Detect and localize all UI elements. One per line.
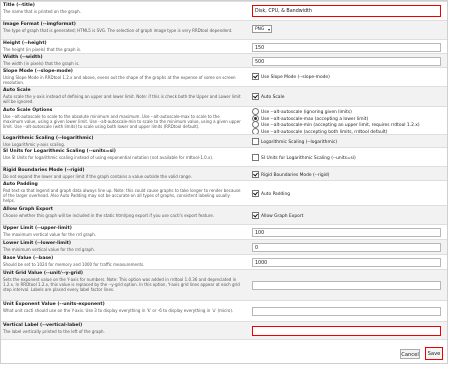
unit-exponent-input[interactable] — [252, 307, 441, 316]
field-description: Use --alt-autoscale to scale to the abso… — [3, 113, 241, 129]
title-input[interactable]: Disk, CPU, & Bandwidth — [252, 5, 441, 17]
row-lower-limit: Lower Limit (--lower-limit) The minimum … — [1, 239, 447, 254]
field-description: Should be set to 1024 for memory and 100… — [3, 261, 145, 267]
image-format-select[interactable]: PNG ▾ — [252, 25, 272, 33]
field-description: The width (in pixels) that the graph is. — [3, 60, 80, 66]
form-footer: Cancel Save — [1, 339, 447, 363]
row-auto-scale: Auto Scale Auto scale the y-axis instead… — [1, 86, 447, 106]
slope-mode-option[interactable]: Use Slope Mode (--slope-mode) — [252, 73, 330, 82]
row-allow-export: Allow Graph Export Choose whether this g… — [1, 205, 447, 224]
field-description: The type of graph that is generated; HTM… — [3, 27, 233, 33]
field-description: The label vertically printed to the left… — [3, 328, 105, 334]
field-description: The maximum vertical value for the rrd g… — [3, 231, 97, 237]
field-description: Do not expand the lower and upper limit … — [3, 173, 192, 179]
slope-mode-checkbox[interactable] — [252, 73, 259, 80]
field-description: Pad text so that legend and graph data a… — [3, 187, 241, 203]
base-value-input[interactable]: 1000 — [252, 258, 441, 267]
row-unit-exponent: Unit Exponent Value (--units-exponent) W… — [1, 300, 447, 321]
option-label: Use Slope Mode (--slope-mode) — [261, 75, 330, 80]
row-height: Height (--height) The height (in pixels)… — [1, 39, 447, 53]
si-units-option[interactable]: SI Units for Logarithmic Scaling (--unit… — [252, 154, 356, 163]
save-button[interactable]: Save — [425, 347, 443, 360]
auto-scale-option[interactable]: Auto Scale — [252, 93, 284, 102]
option-label: Logarithmic Scaling (--logarithmic) — [261, 140, 338, 145]
field-description: Use Logarithmic y-axis scaling. — [3, 141, 66, 147]
vertical-label-input[interactable] — [252, 326, 441, 336]
option-label: Auto Padding — [261, 192, 291, 197]
field-description: The minimum vertical value for the rrd g… — [3, 246, 95, 252]
option-label: Auto Scale — [261, 95, 285, 100]
logarithmic-option[interactable]: Logarithmic Scaling (--logarithmic) — [252, 138, 337, 147]
row-title: Title (--title) The name that is printed… — [1, 1, 447, 20]
option-label: SI Units for Logarithmic Scaling (--unit… — [261, 156, 356, 161]
lower-limit-input[interactable]: 0 — [252, 243, 441, 252]
auto-scale-checkbox[interactable] — [252, 93, 259, 100]
height-input[interactable]: 150 — [252, 43, 441, 52]
row-base-value: Base Value (--base) Should be set to 102… — [1, 254, 447, 269]
row-upper-limit: Upper Limit (--upper-limit) The maximum … — [1, 224, 447, 239]
allow-export-option[interactable]: Allow Graph Export — [252, 212, 303, 221]
row-slope-mode: Slope Mode (--slope-mode) Using Slope Mo… — [1, 67, 447, 86]
option-label: Allow Graph Export — [261, 214, 304, 219]
upper-limit-input[interactable]: 100 — [252, 228, 441, 237]
field-description: Auto scale the y-axis instead of definin… — [3, 93, 241, 104]
unit-grid-input[interactable] — [252, 281, 441, 290]
width-input[interactable]: 500 — [252, 57, 441, 66]
field-description: Choose whether this graph will be includ… — [3, 212, 215, 218]
logarithmic-checkbox[interactable] — [252, 138, 259, 145]
row-si-units: SI Units for Logarithmic Scaling (--unit… — [1, 147, 447, 166]
row-auto-scale-options: Auto Scale Options Use --alt-autoscale t… — [1, 106, 447, 135]
field-description: The name that is printed on the graph. — [3, 8, 81, 14]
auto-padding-checkbox[interactable] — [252, 190, 259, 197]
si-units-checkbox[interactable] — [252, 154, 259, 161]
allow-export-checkbox[interactable] — [252, 212, 259, 219]
row-vertical-label: Vertical Label (--vertical-label) The la… — [1, 321, 447, 339]
field-description: Use SI Units for logarithmic scaling ins… — [3, 154, 214, 160]
graph-settings-form: Title (--title) The name that is printed… — [0, 0, 448, 364]
chevron-down-icon: ▾ — [267, 27, 270, 32]
field-description: What unit cacti should use on the Y-axis… — [3, 307, 234, 313]
image-format-value: PNG — [255, 27, 265, 32]
field-description: Using Slope Mode in RRDtool 1.2.x and ab… — [3, 74, 236, 85]
cancel-button[interactable]: Cancel — [400, 349, 420, 359]
row-logarithmic: Logarithmic Scaling (--logarithmic) Use … — [1, 134, 447, 147]
row-image-format: Image Format (--imgformat) The type of g… — [1, 20, 447, 39]
row-width: Width (--width) The width (in pixels) th… — [1, 53, 447, 67]
row-rigid: Rigid Boundaries Mode (--rigid) Do not e… — [1, 166, 447, 180]
rigid-checkbox[interactable] — [252, 171, 259, 178]
field-description: The height (in pixels) that the graph is… — [3, 46, 82, 52]
row-auto-padding: Auto Padding Pad text so that legend and… — [1, 180, 447, 205]
option-label: Rigid Boundaries Mode (--rigid) — [261, 173, 330, 178]
field-description: Sets the exponent value on the Y-axis fo… — [3, 276, 240, 292]
auto-padding-option[interactable]: Auto Padding — [252, 190, 290, 199]
row-unit-grid: Unit Grid Value (--unit/--y-grid) Sets t… — [1, 269, 447, 300]
rigid-option[interactable]: Rigid Boundaries Mode (--rigid) — [252, 171, 329, 180]
